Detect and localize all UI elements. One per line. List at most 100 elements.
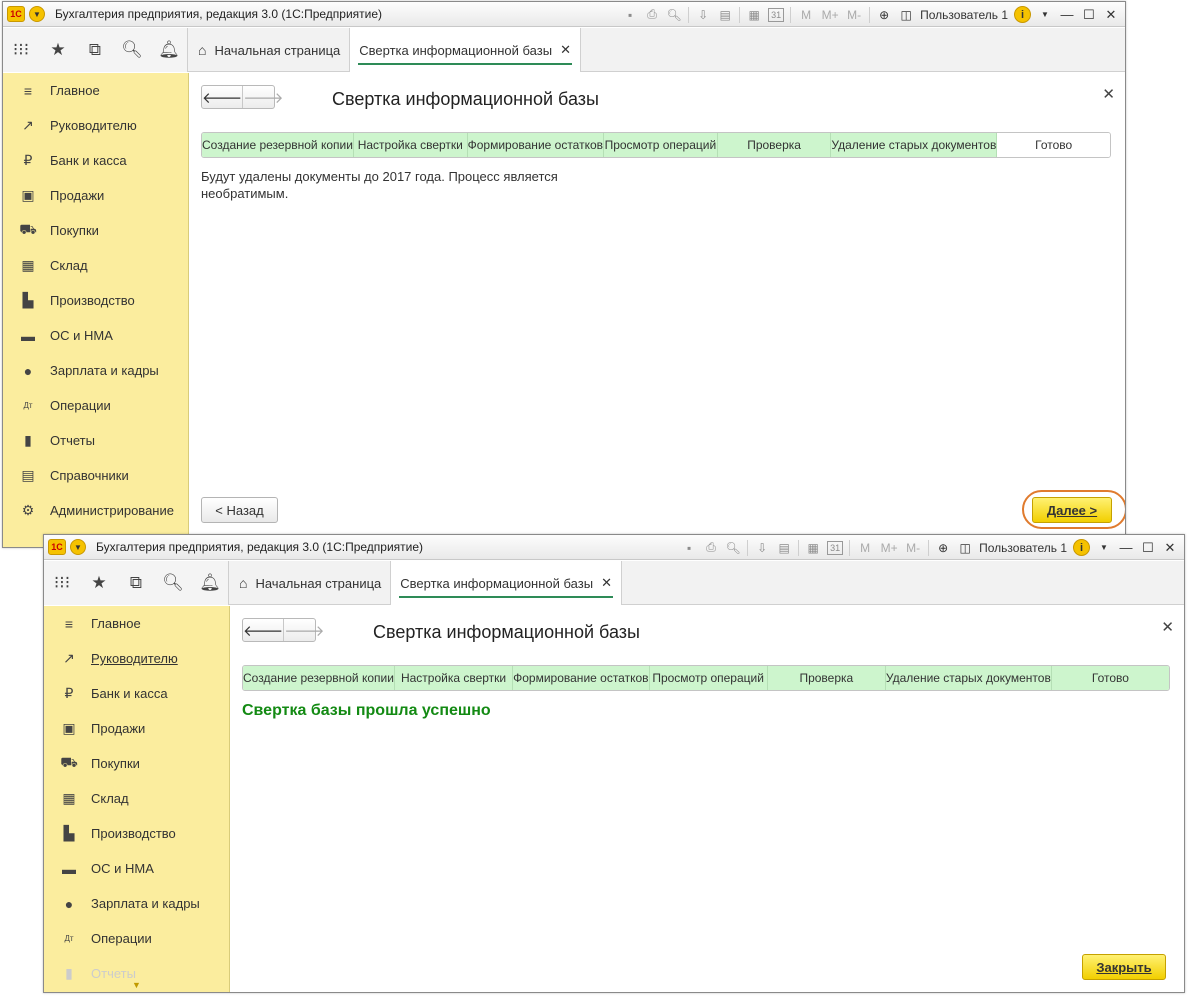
bell-icon[interactable]: 🔔︎ [199, 573, 221, 593]
list-icon: ≡ [64, 615, 74, 632]
panels-icon[interactable]: ◫ [957, 540, 973, 556]
separator [739, 6, 741, 23]
forward-arrow-icon[interactable]: 🡒 [242, 86, 283, 108]
trend-icon: ↗ [22, 117, 34, 133]
history-icon[interactable]: ⧉ [126, 573, 146, 593]
close-window-icon[interactable]: ✕ [1162, 540, 1178, 556]
close-icon[interactable]: ✕ [1102, 85, 1115, 103]
link-icon[interactable]: ⇩ [754, 540, 770, 556]
sidebar-item-main[interactable]: ≡ Главное [44, 606, 229, 641]
memory-sub-button[interactable]: M- [845, 8, 863, 22]
print-icon[interactable]: ⎙ [644, 7, 660, 23]
close-window-icon[interactable]: ✕ [1103, 7, 1119, 23]
sidebar-item-operations[interactable]: Дт Операции [3, 388, 188, 423]
back-button[interactable]: < Назад [201, 497, 278, 523]
main-menu-button[interactable]: ▼ [70, 539, 86, 555]
memory-m-button[interactable]: M [856, 541, 874, 555]
sidebar-item-main[interactable]: ≡ Главное [3, 73, 188, 108]
preview-icon[interactable]: 🔍︎ [666, 7, 682, 23]
sidebar-item-bank[interactable]: ₽ Банк и касса [3, 143, 188, 178]
sidebar-item-catalogs[interactable]: ▤ Справочники [3, 458, 188, 493]
chevron-down-icon[interactable]: ▼ [1096, 540, 1112, 556]
minimize-icon[interactable]: — [1118, 540, 1134, 555]
step-review: Просмотр операций [604, 133, 718, 157]
next-button[interactable]: Далее > [1032, 497, 1112, 523]
tab-home[interactable]: ⌂ Начальная страница [189, 28, 351, 72]
sidebar-item-sales[interactable]: ▣ Продажи [44, 711, 229, 746]
print-icon[interactable]: ⎙ [703, 540, 719, 556]
memory-add-button[interactable]: M+ [880, 541, 898, 555]
favorites-star-icon[interactable]: ★ [89, 573, 109, 593]
sections-grid-icon[interactable]: ⁝⁝⁝ [52, 573, 72, 593]
separator [798, 539, 800, 556]
forward-arrow-icon[interactable]: 🡒 [283, 619, 324, 641]
close-icon[interactable]: ✕ [1161, 618, 1174, 636]
zoom-icon[interactable]: ⊕ [876, 7, 892, 23]
sidebar-item-production[interactable]: ▙ Производство [3, 283, 188, 318]
form-title: Свертка информационной базы [373, 622, 640, 642]
maximize-icon[interactable]: ☐ [1140, 540, 1156, 556]
user-name[interactable]: Пользователь 1 [979, 541, 1067, 555]
close-icon[interactable]: ✕ [601, 575, 612, 591]
zoom-icon[interactable]: ⊕ [935, 540, 951, 556]
calendar-icon[interactable]: 31 [768, 7, 785, 22]
sidebar-item-salary[interactable]: ● Зарплата и кадры [44, 886, 229, 921]
memory-add-button[interactable]: M+ [821, 8, 839, 22]
save-icon[interactable]: ▪ [681, 540, 697, 556]
sidebar-item-warehouse[interactable]: ▦ Склад [44, 781, 229, 816]
copy-icon[interactable]: ▤ [717, 7, 733, 23]
sidebar-item-assets[interactable]: ▬ ОС и НМА [3, 318, 188, 353]
sidebar-item-manager[interactable]: ↗ Руководителю [44, 641, 229, 676]
user-name[interactable]: Пользователь 1 [920, 8, 1008, 22]
sections-grid-icon[interactable]: ⁝⁝⁝ [11, 40, 31, 60]
sidebar-item-operations[interactable]: Дт Операции [44, 921, 229, 956]
calendar-icon[interactable]: 31 [827, 540, 844, 555]
sidebar-item-label: Покупки [50, 223, 99, 238]
search-icon[interactable]: 🔍︎ [162, 573, 184, 593]
calculator-icon[interactable]: ▦ [746, 7, 762, 23]
sidebar-item-salary[interactable]: ● Зарплата и кадры [3, 353, 188, 388]
minimize-icon[interactable]: — [1059, 7, 1075, 22]
success-message: Свертка базы прошла успешно [242, 702, 491, 719]
sidebar-item-label: Зарплата и кадры [91, 896, 200, 911]
maximize-icon[interactable]: ☐ [1081, 7, 1097, 23]
save-icon[interactable]: ▪ [622, 7, 638, 23]
sidebar-item-label: Операции [91, 931, 152, 946]
main-menu-button[interactable]: ▼ [29, 6, 45, 22]
scroll-down-icon[interactable]: ▼ [132, 980, 141, 990]
memory-m-button[interactable]: M [797, 8, 815, 22]
calculator-icon[interactable]: ▦ [805, 540, 821, 556]
info-icon[interactable]: i [1014, 6, 1031, 23]
link-icon[interactable]: ⇩ [695, 7, 711, 23]
sidebar-item-reports[interactable]: ▮ Отчеты [3, 423, 188, 458]
sidebar-item-warehouse[interactable]: ▦ Склад [3, 248, 188, 283]
preview-icon[interactable]: 🔍︎ [725, 540, 741, 556]
sidebar-item-purchases[interactable]: ⛟ Покупки [3, 213, 188, 248]
copy-icon[interactable]: ▤ [776, 540, 792, 556]
memory-sub-button[interactable]: M- [904, 541, 922, 555]
tabs: ⌂ Начальная страница Свертка информацион… [189, 28, 581, 72]
panels-icon[interactable]: ◫ [898, 7, 914, 23]
sidebar-item-production[interactable]: ▙ Производство [44, 816, 229, 851]
back-arrow-icon[interactable]: 🡐 [243, 619, 283, 641]
sidebar-item-assets[interactable]: ▬ ОС и НМА [44, 851, 229, 886]
back-arrow-icon[interactable]: 🡐 [202, 86, 242, 108]
history-icon[interactable]: ⧉ [85, 40, 105, 60]
tab-home[interactable]: ⌂ Начальная страница [230, 561, 392, 605]
favorites-star-icon[interactable]: ★ [48, 40, 68, 60]
sidebar-item-sales[interactable]: ▣ Продажи [3, 178, 188, 213]
sidebar-item-bank[interactable]: ₽ Банк и касса [44, 676, 229, 711]
sidebar-item-admin[interactable]: ⚙ Администрирование [3, 493, 188, 528]
sidebar-item-manager[interactable]: ↗ Руководителю [3, 108, 188, 143]
info-icon[interactable]: i [1073, 539, 1090, 556]
close-icon[interactable]: ✕ [560, 42, 571, 58]
tab-rollup[interactable]: Свертка информационной базы ✕ [350, 28, 581, 72]
bell-icon[interactable]: 🔔︎ [158, 40, 180, 60]
chevron-down-icon[interactable]: ▼ [1037, 7, 1053, 23]
step-settings: Настройка свертки [394, 666, 514, 690]
search-icon[interactable]: 🔍︎ [121, 40, 143, 60]
close-button[interactable]: Закрыть [1082, 954, 1166, 980]
sidebar-item-purchases[interactable]: ⛟ Покупки [44, 746, 229, 781]
tab-rollup[interactable]: Свертка информационной базы ✕ [391, 561, 622, 605]
bag-icon: ▣ [21, 187, 35, 203]
